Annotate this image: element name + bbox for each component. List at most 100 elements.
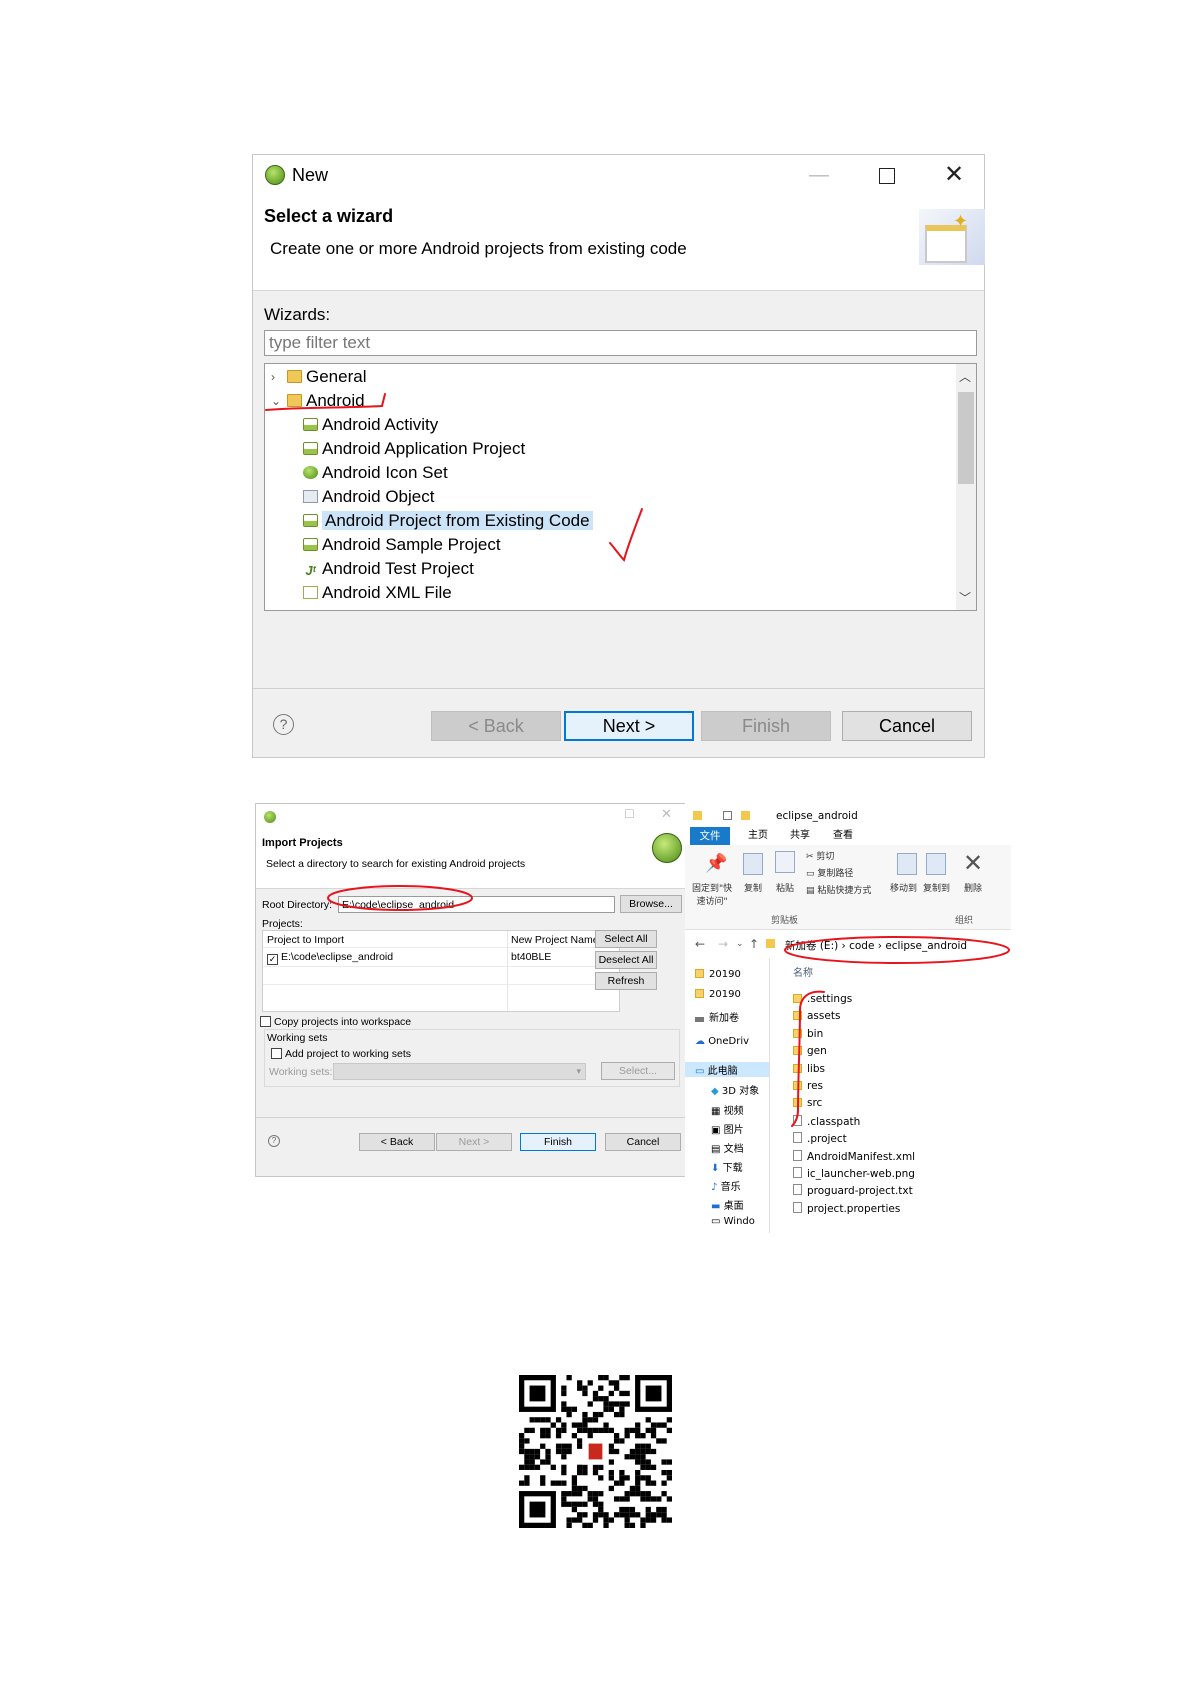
file-list-item[interactable]: assets bbox=[793, 1010, 840, 1022]
file-list-item[interactable]: bin bbox=[793, 1028, 823, 1040]
tree-item-android-sample-project[interactable]: Android Sample Project bbox=[303, 533, 501, 557]
nav-item[interactable]: ▬ 桌面 bbox=[711, 1197, 744, 1212]
nav-item[interactable]: ♪ 音乐 bbox=[711, 1178, 741, 1193]
checkbox[interactable] bbox=[260, 1016, 271, 1027]
file-list-item[interactable]: .project bbox=[793, 1132, 847, 1145]
breadcrumb[interactable]: 新加卷 (E:) › code › eclipse_android bbox=[785, 938, 967, 953]
cancel-button[interactable]: Cancel bbox=[842, 711, 972, 741]
back-button[interactable]: < Back bbox=[431, 711, 561, 741]
finish-button[interactable]: Finish bbox=[520, 1133, 596, 1151]
copy-to-icon[interactable] bbox=[926, 853, 946, 875]
chevron-down-icon[interactable]: ⌄ bbox=[271, 389, 281, 413]
next-button[interactable]: Next > bbox=[564, 711, 694, 741]
breadcrumb-item[interactable]: code bbox=[849, 940, 874, 952]
nav-item-onedrive[interactable]: ☁ OneDriv bbox=[695, 1036, 749, 1047]
finish-button[interactable]: Finish bbox=[701, 711, 831, 741]
chevron-down-icon[interactable]: ⌄ bbox=[736, 939, 744, 949]
file-list-item[interactable]: .settings bbox=[793, 993, 852, 1005]
delete-icon[interactable]: ✕ bbox=[963, 849, 983, 877]
close-button[interactable]: ✕ bbox=[661, 806, 672, 822]
chevron-down-icon[interactable]: ﹀ bbox=[959, 589, 971, 606]
minimize-button[interactable]: — bbox=[806, 163, 832, 187]
nav-item[interactable]: 新加卷 bbox=[695, 1009, 739, 1024]
new-folder-icon[interactable] bbox=[741, 811, 750, 820]
file-list-item[interactable]: .classpath bbox=[793, 1114, 860, 1128]
help-icon[interactable]: ? bbox=[273, 714, 294, 735]
copy-label[interactable]: 复制 bbox=[744, 881, 762, 894]
file-list-item[interactable]: project.properties bbox=[793, 1201, 900, 1215]
nav-item[interactable]: ▦ 视频 bbox=[711, 1102, 744, 1117]
nav-item-this-pc[interactable]: ▭ 此电脑 bbox=[685, 1062, 769, 1077]
copy-to-label[interactable]: 复制到 bbox=[923, 881, 950, 894]
tab-file[interactable]: 文件 bbox=[690, 827, 730, 845]
up-arrow-icon[interactable]: ↑ bbox=[749, 937, 759, 951]
column-header-name[interactable]: 名称 bbox=[793, 964, 813, 979]
close-button[interactable]: ✕ bbox=[941, 163, 967, 187]
move-to-icon[interactable] bbox=[897, 853, 917, 875]
scrollbar-thumb[interactable] bbox=[958, 392, 974, 484]
file-list-item[interactable]: libs bbox=[793, 1063, 825, 1075]
tree-item-android-xml-file[interactable]: Android XML File bbox=[303, 581, 452, 605]
tree-item-android-project-from-existing-code[interactable]: Android Project from Existing Code bbox=[303, 509, 593, 533]
help-icon[interactable]: ? bbox=[268, 1135, 280, 1147]
file-list-item[interactable]: src bbox=[793, 1097, 822, 1109]
nav-item[interactable]: ▭ Windo bbox=[711, 1216, 755, 1227]
add-to-working-sets-checkbox[interactable]: Add project to working sets bbox=[271, 1048, 411, 1060]
back-arrow-icon[interactable]: ← bbox=[695, 937, 705, 951]
maximize-button[interactable]: ☐ bbox=[624, 807, 635, 821]
pin-quick-access-label[interactable]: 固定到"快 速访问" bbox=[692, 881, 732, 907]
forward-arrow-icon[interactable]: → bbox=[718, 937, 728, 951]
file-list-item[interactable]: AndroidManifest.xml bbox=[793, 1149, 915, 1163]
nav-item[interactable]: ▤ 文档 bbox=[711, 1140, 744, 1155]
working-sets-combo[interactable]: ▾ bbox=[333, 1063, 586, 1080]
tree-item-general[interactable]: › General bbox=[271, 365, 366, 389]
tab-home[interactable]: 主页 bbox=[740, 827, 776, 845]
refresh-button[interactable]: Refresh bbox=[595, 972, 657, 990]
tab-view[interactable]: 查看 bbox=[825, 827, 861, 845]
file-list-item[interactable]: ic_launcher-web.png bbox=[793, 1167, 915, 1180]
nav-item[interactable]: ▣ 图片 bbox=[711, 1121, 744, 1136]
pin-icon[interactable]: 📌 bbox=[705, 853, 727, 875]
checkbox[interactable] bbox=[271, 1048, 282, 1059]
paste-shortcut-button[interactable]: ▤ 粘贴快捷方式 bbox=[806, 883, 871, 896]
tree-item-android-application-project[interactable]: Android Application Project bbox=[303, 437, 525, 461]
filter-input[interactable] bbox=[264, 330, 977, 356]
tab-share[interactable]: 共享 bbox=[782, 827, 818, 845]
next-button[interactable]: Next > bbox=[436, 1133, 512, 1151]
copy-icon[interactable] bbox=[743, 853, 763, 875]
back-button[interactable]: < Back bbox=[359, 1133, 435, 1151]
table-row[interactable]: ✓ E:\code\eclipse_android bbox=[267, 951, 393, 965]
tree-item-android-icon-set[interactable]: Android Icon Set bbox=[303, 461, 448, 485]
browse-button[interactable]: Browse... bbox=[620, 895, 682, 913]
nav-item[interactable]: 20190 bbox=[695, 989, 741, 1000]
breadcrumb-item[interactable]: 新加卷 (E:) bbox=[785, 940, 838, 952]
tree-item-android-object[interactable]: Android Object bbox=[303, 485, 434, 509]
cancel-button[interactable]: Cancel bbox=[605, 1133, 681, 1151]
breadcrumb-item[interactable]: eclipse_android bbox=[885, 940, 967, 952]
new-project-name[interactable]: bt40BLE bbox=[511, 951, 551, 963]
chevron-right-icon[interactable]: › bbox=[271, 365, 281, 389]
tree-item-android-test-project[interactable]: Jᵗ Android Test Project bbox=[303, 557, 474, 581]
select-all-button[interactable]: Select All bbox=[595, 930, 657, 948]
nav-item[interactable]: ◆ 3D 对象 bbox=[711, 1082, 759, 1097]
file-list-item[interactable]: gen bbox=[793, 1045, 827, 1057]
paste-icon[interactable] bbox=[775, 851, 795, 873]
delete-label[interactable]: 删除 bbox=[964, 881, 982, 894]
copy-path-button[interactable]: ▭ 复制路径 bbox=[806, 866, 853, 879]
deselect-all-button[interactable]: Deselect All bbox=[595, 951, 657, 969]
select-working-sets-button[interactable]: Select... bbox=[601, 1062, 675, 1080]
tree-scrollbar[interactable]: ︿ ﹀ bbox=[956, 364, 976, 610]
cut-button[interactable]: ✂ 剪切 bbox=[806, 849, 834, 862]
properties-icon[interactable] bbox=[723, 811, 732, 820]
file-list-item[interactable]: proguard-project.txt bbox=[793, 1184, 913, 1197]
root-directory-input[interactable] bbox=[338, 896, 615, 913]
copy-projects-checkbox[interactable]: Copy projects into workspace bbox=[260, 1016, 411, 1028]
paste-label[interactable]: 粘贴 bbox=[776, 881, 794, 894]
file-list-item[interactable]: res bbox=[793, 1080, 823, 1092]
tree-item-android-activity[interactable]: Android Activity bbox=[303, 413, 438, 437]
tree-item-android[interactable]: ⌄ Android bbox=[271, 389, 365, 413]
maximize-button[interactable] bbox=[873, 163, 899, 187]
nav-item[interactable]: 20190 bbox=[695, 969, 741, 980]
move-to-label[interactable]: 移动到 bbox=[890, 881, 917, 894]
nav-item[interactable]: ⬇ 下载 bbox=[711, 1159, 743, 1174]
